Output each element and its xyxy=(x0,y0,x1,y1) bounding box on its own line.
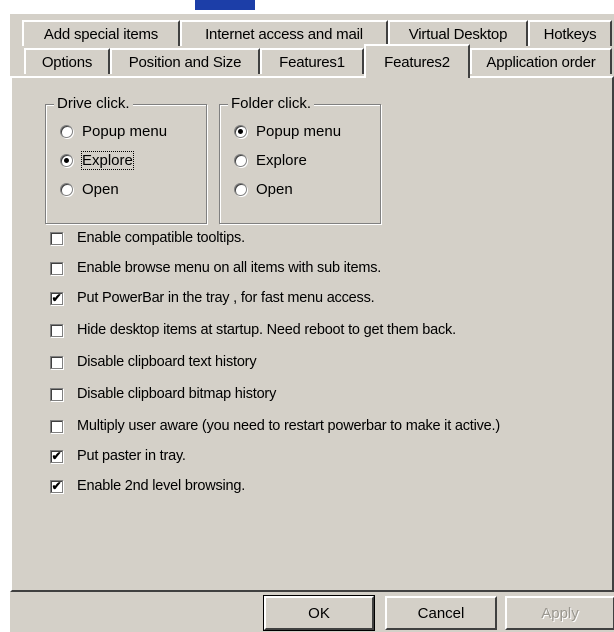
radio-indicator[interactable] xyxy=(234,183,247,196)
checkbox-box[interactable] xyxy=(50,355,63,369)
folder-click-title: Folder click. xyxy=(228,95,315,112)
radio-indicator[interactable] xyxy=(60,183,73,196)
features2-panel: Drive click. Popup menu Explore Open Fol… xyxy=(10,76,614,592)
tab-application-order[interactable]: Application order xyxy=(470,48,612,74)
folder-explore-radio[interactable]: Explore xyxy=(234,152,307,169)
tab-hotkeys[interactable]: Hotkeys xyxy=(528,20,612,46)
tab-features1[interactable]: Features1 xyxy=(260,48,364,74)
checkbox-box[interactable] xyxy=(50,387,63,401)
checkbox-box[interactable] xyxy=(50,261,63,275)
checkbox-box[interactable] xyxy=(50,419,63,433)
radio-indicator[interactable] xyxy=(60,154,73,167)
radio-label: Explore xyxy=(256,152,307,169)
radio-label: Popup menu xyxy=(82,123,168,140)
checkbox-box[interactable] xyxy=(50,231,63,245)
checkbox-box[interactable]: ✔ xyxy=(50,449,63,463)
enable-2nd-level-browsing-checkbox[interactable]: ✔ Enable 2nd level browsing. xyxy=(50,478,245,494)
checkbox-label: Put paster in tray. xyxy=(77,448,186,464)
checkbox-box[interactable]: ✔ xyxy=(50,479,63,493)
drive-popup-menu-radio[interactable]: Popup menu xyxy=(60,123,167,140)
checkbox-box[interactable] xyxy=(50,323,63,337)
checkbox-label: Multiply user aware (you need to restart… xyxy=(77,418,500,434)
drive-click-group: Drive click. Popup menu Explore Open xyxy=(45,95,207,224)
radio-label: Explore xyxy=(81,151,134,170)
drive-click-title: Drive click. xyxy=(54,95,133,112)
checkbox-label: Put PowerBar in the tray , for fast menu… xyxy=(77,290,375,306)
disable-clipboard-bitmap-history-checkbox[interactable]: Disable clipboard bitmap history xyxy=(50,386,276,402)
properties-dialog: Add special items Internet access and ma… xyxy=(8,12,614,632)
radio-indicator[interactable] xyxy=(234,154,247,167)
title-bar-edge xyxy=(195,0,255,10)
hide-desktop-items-checkbox[interactable]: Hide desktop items at startup. Need rebo… xyxy=(50,322,456,338)
checkbox-label: Enable 2nd level browsing. xyxy=(77,478,246,494)
tab-add-special-items[interactable]: Add special items xyxy=(22,20,180,46)
checkbox-label: Hide desktop items at startup. Need rebo… xyxy=(77,322,456,338)
checkbox-box[interactable]: ✔ xyxy=(50,291,63,305)
ok-button[interactable]: OK xyxy=(263,595,375,631)
checkbox-label: Disable clipboard text history xyxy=(77,354,257,370)
checkbox-label: Disable clipboard bitmap history xyxy=(77,386,277,402)
radio-label: Open xyxy=(256,181,293,198)
enable-browse-menu-checkbox[interactable]: Enable browse menu on all items with sub… xyxy=(50,260,381,276)
powerbar-in-tray-checkbox[interactable]: ✔ Put PowerBar in the tray , for fast me… xyxy=(50,290,375,306)
checkbox-label: Enable browse menu on all items with sub… xyxy=(77,260,382,276)
tab-features2[interactable]: Features2 xyxy=(364,44,470,78)
cancel-button[interactable]: Cancel xyxy=(385,596,497,630)
multiply-user-aware-checkbox[interactable]: Multiply user aware (you need to restart… xyxy=(50,418,500,434)
enable-compatible-tooltips-checkbox[interactable]: Enable compatible tooltips. xyxy=(50,230,245,246)
apply-button[interactable]: Apply xyxy=(505,596,614,630)
tab-options[interactable]: Options xyxy=(24,48,110,74)
put-paster-in-tray-checkbox[interactable]: ✔ Put paster in tray. xyxy=(50,448,186,464)
radio-label: Popup menu xyxy=(256,123,342,140)
folder-popup-menu-radio[interactable]: Popup menu xyxy=(234,123,341,140)
radio-label: Open xyxy=(82,181,119,198)
folder-open-radio[interactable]: Open xyxy=(234,181,293,198)
drive-explore-radio[interactable]: Explore xyxy=(60,151,134,170)
radio-indicator[interactable] xyxy=(60,125,73,138)
disable-clipboard-text-history-checkbox[interactable]: Disable clipboard text history xyxy=(50,354,257,370)
tab-internet-access-and-mail[interactable]: Internet access and mail xyxy=(180,20,388,46)
radio-indicator[interactable] xyxy=(234,125,247,138)
checkbox-label: Enable compatible tooltips. xyxy=(77,230,245,246)
tab-position-and-size[interactable]: Position and Size xyxy=(110,48,260,74)
folder-click-group: Folder click. Popup menu Explore Open xyxy=(219,95,381,224)
drive-open-radio[interactable]: Open xyxy=(60,181,119,198)
title-bar-fragment xyxy=(0,0,614,12)
tab-virtual-desktop[interactable]: Virtual Desktop xyxy=(388,20,528,46)
